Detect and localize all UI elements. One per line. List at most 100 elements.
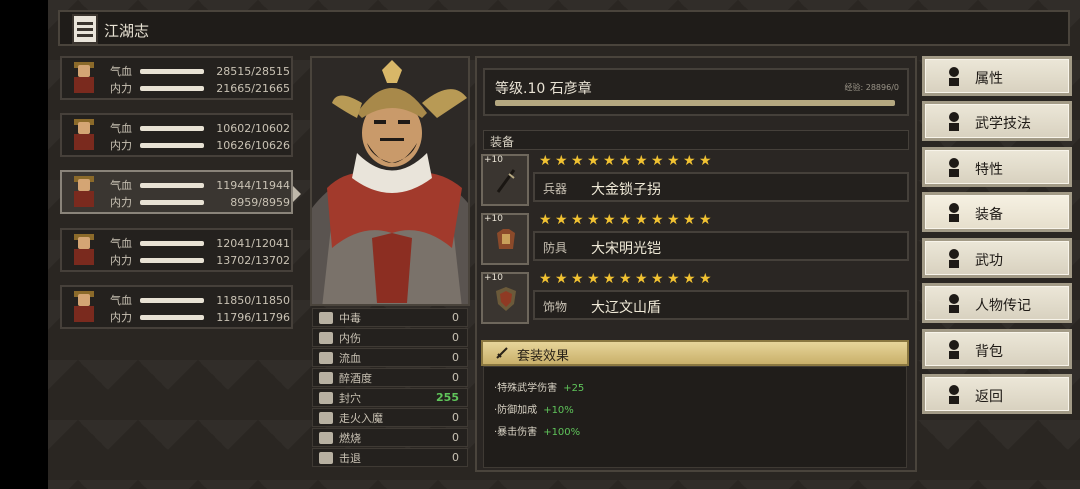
party-member-card[interactable]: 气血 11944/11944 内力 8959/8959 <box>60 170 301 214</box>
star-icon: ★ <box>619 153 632 169</box>
status-label: 流血 <box>339 351 361 365</box>
status-row: 击退 0 <box>312 448 468 467</box>
menu-button-5[interactable]: 武功 <box>922 238 1072 278</box>
blood-drop-icon <box>319 351 333 364</box>
demon-icon <box>319 411 333 424</box>
boot-icon <box>319 451 333 464</box>
character-avatar-icon <box>68 234 100 266</box>
drunk-icon <box>319 371 333 384</box>
status-label: 醉酒度 <box>339 371 372 385</box>
set-effect-text: ·特殊武学伤害 <box>494 383 558 394</box>
equipment-slot-button[interactable]: +10 <box>481 272 529 324</box>
star-icon: ★ <box>667 153 680 169</box>
equipment-slot-button[interactable]: +10 <box>481 213 529 265</box>
status-value: 0 <box>452 331 459 344</box>
character-avatar-icon <box>68 62 100 94</box>
martial-person-icon <box>949 112 959 131</box>
star-icon: ★ <box>539 153 552 169</box>
star-icon: ★ <box>651 271 664 287</box>
person-icon <box>949 67 959 86</box>
star-icon: ★ <box>587 153 600 169</box>
mp-bar <box>140 314 204 320</box>
equipment-panel: 等级.10 石彦章 经验: 28896/0 装备 +10 ★ ★ ★ ★ ★ ★ ★ ★ ★ ★ ★… <box>475 56 917 472</box>
star-icon: ★ <box>571 153 584 169</box>
hp-value: 10602/10602 <box>216 121 290 135</box>
hp-value: 11944/11944 <box>216 178 290 192</box>
menu-button-4[interactable]: 装备 <box>922 192 1072 232</box>
status-row: 走火入魔 0 <box>312 408 468 427</box>
mp-row: 内力 21665/21665 <box>110 81 290 96</box>
set-effect-text: ·暴击伤害 <box>494 427 538 438</box>
status-row: 封穴 255 <box>312 388 468 407</box>
exp-readout: 经验: 28896/0 <box>844 83 899 92</box>
enhance-level: +10 <box>484 273 503 283</box>
mp-bar <box>140 85 204 91</box>
equipment-row: +10 ★ ★ ★ ★ ★ ★ ★ ★ ★ ★ ★ 兵器 大金锁子拐 <box>481 154 911 210</box>
menu-button-1[interactable]: 属性 <box>922 56 1072 96</box>
sword-icon <box>496 347 508 359</box>
star-icon: ★ <box>555 153 568 169</box>
status-row: 醉酒度 0 <box>312 368 468 387</box>
equipment-item[interactable]: 饰物 大辽文山盾 <box>533 290 909 320</box>
set-effect-line: ·防御加成 +10% <box>494 401 574 416</box>
fire-icon <box>319 431 333 444</box>
star-icon: ★ <box>603 271 616 287</box>
acupoint-icon <box>319 391 333 404</box>
star-icon: ★ <box>651 212 664 228</box>
character-avatar-icon <box>68 119 100 151</box>
star-icon: ★ <box>683 271 696 287</box>
bag-icon <box>949 340 959 359</box>
mp-bar <box>140 199 204 205</box>
character-avatar-icon <box>68 176 100 208</box>
menu-button-label: 武学技法 <box>975 116 1031 132</box>
mp-value: 11796/11796 <box>216 310 290 324</box>
party-member-card[interactable]: 气血 10602/10602 内力 10626/10626 <box>60 113 293 157</box>
hp-value: 11850/11850 <box>216 293 290 307</box>
party-member-card[interactable]: 气血 12041/12041 内力 13702/13702 <box>60 228 293 272</box>
set-effect-bonus: +25 <box>563 383 585 394</box>
menu-button-2[interactable]: 武学技法 <box>922 101 1072 141</box>
menu-button-6[interactable]: 人物传记 <box>922 283 1072 323</box>
mp-value: 13702/13702 <box>216 253 290 267</box>
status-row: 中毒 0 <box>312 308 468 327</box>
hp-row: 气血 11850/11850 <box>110 293 290 308</box>
character-portrait <box>310 56 470 306</box>
status-row: 流血 0 <box>312 348 468 367</box>
character-level-name: 等级.10 石彦章 <box>495 81 592 97</box>
menu-button-8[interactable]: 返回 <box>922 374 1072 414</box>
equipment-item[interactable]: 防具 大宋明光铠 <box>533 231 909 261</box>
mp-label: 内力 <box>110 82 132 95</box>
mp-row: 内力 11796/11796 <box>110 310 290 325</box>
menu-button-7[interactable]: 背包 <box>922 329 1072 369</box>
hp-value: 28515/28515 <box>216 64 290 78</box>
star-icon: ★ <box>699 153 712 169</box>
door-icon <box>949 385 959 404</box>
equipment-row: +10 ★ ★ ★ ★ ★ ★ ★ ★ ★ ★ ★ 防具 大宋明光铠 <box>481 213 911 269</box>
page-title: 江湖志 <box>104 22 150 40</box>
hp-label: 气血 <box>110 179 132 192</box>
party-member-card[interactable]: 气血 28515/28515 内力 21665/21665 <box>60 56 293 100</box>
mp-value: 21665/21665 <box>216 81 290 95</box>
party-member-card[interactable]: 气血 11850/11850 内力 11796/11796 <box>60 285 293 329</box>
star-icon: ★ <box>587 271 600 287</box>
star-icon: ★ <box>699 271 712 287</box>
sword-icon <box>949 203 959 222</box>
hp-bar <box>140 240 204 246</box>
menu-button-3[interactable]: 特性 <box>922 147 1072 187</box>
mp-label: 内力 <box>110 311 132 324</box>
star-icon: ★ <box>587 212 600 228</box>
star-icon: ★ <box>571 271 584 287</box>
hp-bar <box>140 125 204 131</box>
trait-icon <box>949 158 959 177</box>
equipment-item[interactable]: 兵器 大金锁子拐 <box>533 172 909 202</box>
star-icon: ★ <box>683 153 696 169</box>
set-effect-line: ·暴击伤害 +100% <box>494 423 580 438</box>
hp-row: 气血 28515/28515 <box>110 64 290 79</box>
hp-bar <box>140 297 204 303</box>
equipment-slot-label: 兵器 <box>543 182 568 196</box>
equipment-name: 大辽文山盾 <box>591 300 661 316</box>
hp-bar <box>140 182 204 188</box>
star-icon: ★ <box>667 212 680 228</box>
status-label: 内伤 <box>339 331 361 345</box>
equipment-slot-button[interactable]: +10 <box>481 154 529 206</box>
